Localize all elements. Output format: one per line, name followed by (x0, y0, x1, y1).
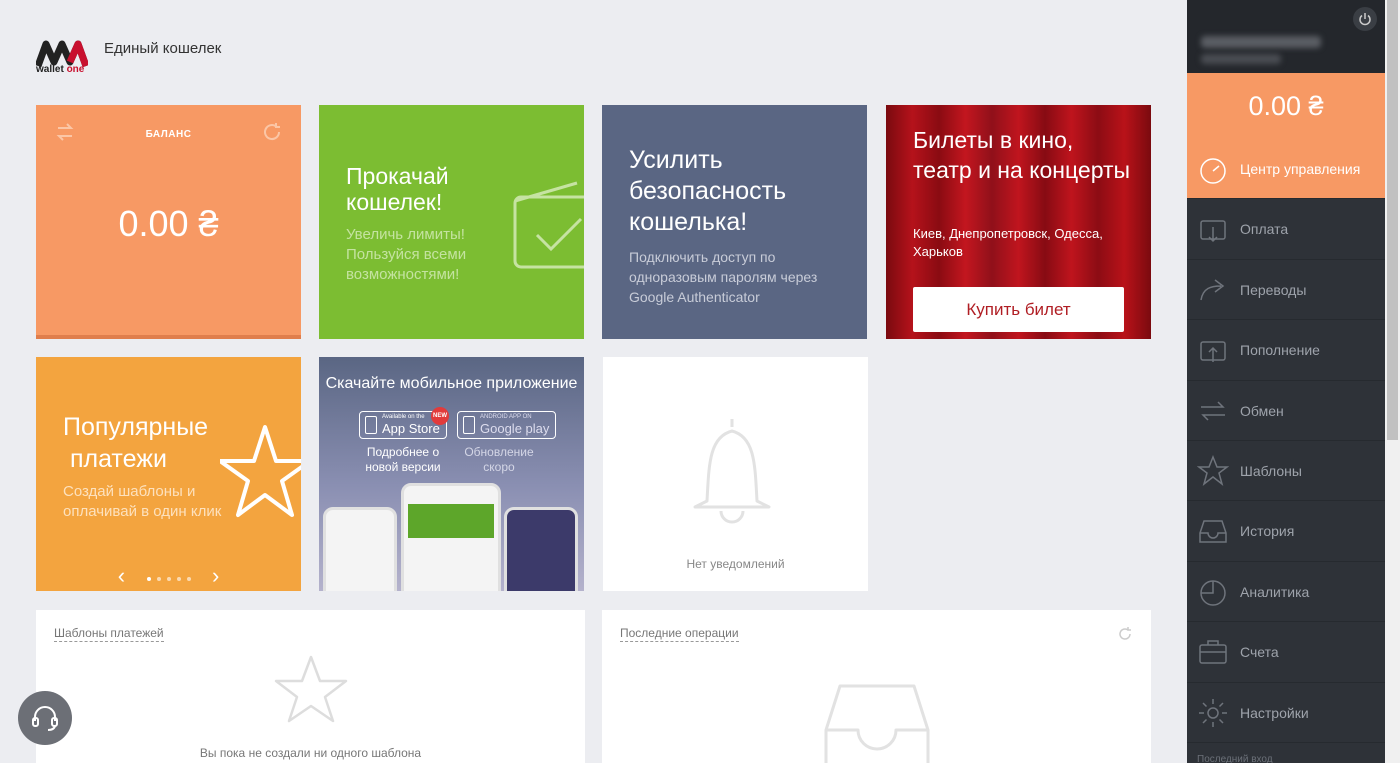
templates-panel-title[interactable]: Шаблоны платежей (54, 626, 164, 642)
sidebar-item-payment[interactable]: Оплата (1187, 199, 1385, 260)
notifications-tile: Нет уведомлений (603, 357, 868, 591)
page-scrollbar[interactable] (1385, 0, 1400, 763)
google-play-button[interactable]: ANDROID APP ON Google play (457, 411, 557, 439)
popular-title: Популярные платежи (63, 413, 209, 473)
popular-payments-tile[interactable]: Популярные платежи Создай шаблоны и опла… (36, 357, 301, 591)
phone-mockup (504, 507, 578, 591)
power-icon (1359, 13, 1371, 26)
sidebar-item-history[interactable]: История (1187, 501, 1385, 562)
more-about-new-version-link[interactable]: Подробнее о новой версии (361, 445, 445, 475)
templates-panel: Шаблоны платежей Вы пока не создали ни о… (36, 610, 585, 763)
sidebar-item-label: Переводы (1240, 281, 1307, 298)
carousel-next-button[interactable]: › (212, 563, 219, 588)
user-id-blurred (1201, 54, 1281, 64)
sidebar-item-topup[interactable]: Пополнение (1187, 320, 1385, 381)
user-profile[interactable] (1187, 0, 1385, 73)
security-tile[interactable]: Усилить безопасность кошелька! Подключит… (602, 105, 867, 339)
sidebar-item-label: История (1240, 523, 1295, 540)
carousel-prev-button[interactable]: ‹ (118, 563, 125, 588)
phone-mockup (401, 483, 501, 591)
sidebar-item-label: Счета (1240, 644, 1279, 661)
templates-empty-text: Вы пока не создали ни одного шаблона (199, 746, 422, 760)
gear-icon (1199, 698, 1227, 727)
inbox-icon (1199, 520, 1227, 544)
bell-icon (693, 419, 771, 524)
refresh-icon[interactable] (1117, 626, 1133, 642)
sidebar: 0.00 ₴ Центр управления Оплата Переводы … (1187, 0, 1385, 763)
refresh-icon[interactable] (261, 121, 283, 143)
logo-text: wallet one (36, 64, 85, 75)
user-name-blurred (1201, 36, 1321, 48)
wallet-icon (1200, 220, 1226, 243)
app-title: Единый кошелек (104, 40, 222, 57)
carousel-dot[interactable] (176, 576, 181, 581)
sidebar-item-label: Шаблоны (1240, 462, 1302, 479)
carousel-dot[interactable] (156, 576, 161, 581)
promo-limits-tile[interactable]: Прокачай кошелек! Увеличь лимиты! Пользуй… (319, 105, 584, 339)
promo-limits-text: Увеличь лимиты! Пользуйся всеми возможно… (346, 226, 467, 283)
security-text: Подключить доступ по одноразовым паролям… (629, 249, 818, 305)
update-soon-text: Обновление скоро (464, 445, 534, 474)
scrollbar-thumb[interactable] (1387, 0, 1398, 440)
dashboard-icon (1200, 158, 1226, 184)
last-operations-panel: Последние операции (602, 610, 1151, 763)
sidebar-item-templates[interactable]: Шаблоны (1187, 441, 1385, 502)
wallet-check-icon (513, 181, 584, 269)
carousel-dot[interactable] (186, 576, 191, 581)
sidebar-balance: 0.00 ₴ (1187, 73, 1385, 139)
logout-button[interactable] (1353, 7, 1377, 31)
headset-icon (32, 706, 58, 731)
sidebar-item-label: Настройки (1240, 704, 1309, 721)
new-badge: NEW (431, 407, 449, 425)
sidebar-item-dashboard[interactable]: Центр управления (1187, 139, 1385, 200)
cinema-cities: Киев, Днепропетровск, Одесса, Харьков (913, 226, 1103, 259)
star-icon (220, 425, 301, 517)
mobile-app-tile: Скачайте мобильное приложение Available … (319, 357, 584, 591)
sidebar-item-exchange[interactable]: Обмен (1187, 381, 1385, 441)
star-icon (1197, 454, 1229, 486)
topup-icon (1200, 341, 1226, 363)
inbox-icon (824, 684, 930, 763)
no-notifications-text: Нет уведомлений (686, 557, 785, 571)
sidebar-item-label: Аналитика (1240, 583, 1310, 600)
transfer-arrow-icon (1200, 279, 1225, 300)
sidebar-nav: Центр управления Оплата Переводы Пополне… (1187, 139, 1385, 743)
promo-limits-title: Прокачай кошелек! (346, 163, 449, 215)
last-operations-title[interactable]: Последние операции (620, 626, 739, 642)
carousel-dot[interactable] (146, 576, 151, 581)
carousel-controls: ‹ › (36, 563, 301, 589)
star-icon (274, 655, 348, 723)
sidebar-item-label: Пополнение (1240, 342, 1320, 359)
sidebar-item-label: Центр управления (1240, 161, 1361, 177)
carousel-dot[interactable] (166, 576, 171, 581)
balance-tile: БАЛАНС 0.00 ₴ (36, 105, 301, 339)
last-login-label: Последний вход (1197, 754, 1273, 763)
sidebar-item-label: Оплата (1240, 221, 1289, 238)
pie-chart-icon (1200, 579, 1226, 606)
android-icon (463, 416, 475, 434)
cinema-title: Билеты в кино, театр и на концерты (913, 127, 1131, 183)
briefcase-icon (1199, 640, 1227, 664)
exchange-icon (1201, 401, 1225, 421)
sidebar-item-analytics[interactable]: Аналитика (1187, 562, 1385, 623)
sidebar-item-accounts[interactable]: Счета (1187, 622, 1385, 683)
buy-ticket-button[interactable]: Купить билет (913, 287, 1124, 332)
popular-text: Создай шаблоны и оплачивай в один клик (63, 483, 222, 520)
cinema-tile: Билеты в кино, театр и на концерты Киев,… (886, 105, 1151, 339)
mobile-app-title: Скачайте мобильное приложение (325, 375, 578, 392)
phone-screen-header (408, 504, 494, 538)
balance-amount: 0.00 ₴ (118, 203, 219, 244)
support-button[interactable] (18, 691, 72, 745)
sidebar-item-transfers[interactable]: Переводы (1187, 260, 1385, 321)
phone-mockup (323, 507, 397, 591)
phone-icon (365, 416, 377, 434)
sidebar-item-label: Обмен (1240, 402, 1284, 419)
sidebar-item-settings[interactable]: Настройки (1187, 683, 1385, 743)
security-title: Усилить безопасность кошелька! (629, 146, 787, 236)
